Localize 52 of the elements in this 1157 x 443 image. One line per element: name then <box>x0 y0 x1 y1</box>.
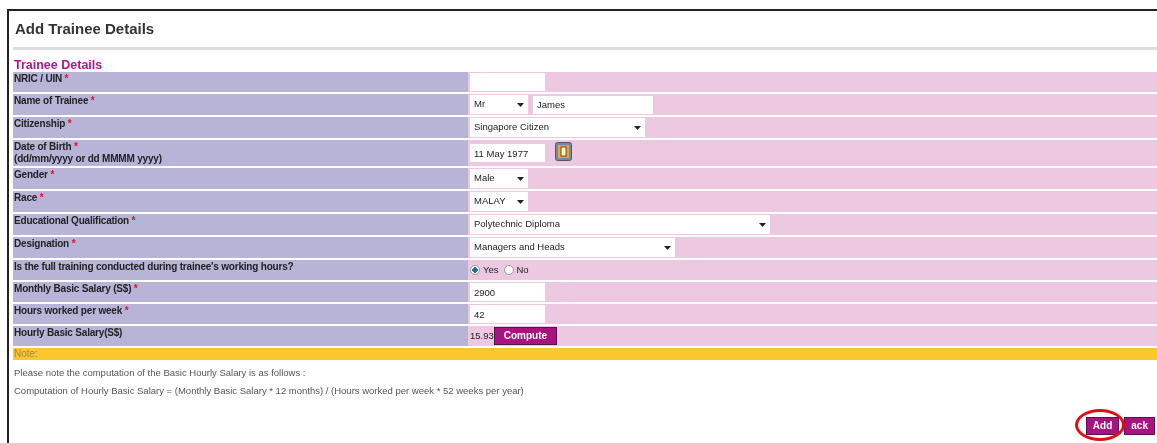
dropdown[interactable]: Managers and Heads <box>470 238 675 257</box>
caret-icon <box>517 199 524 204</box>
field-label: Educational Qualification <box>14 215 129 226</box>
field-hint: (dd/mm/yyyy or dd MMMM yyyy) <box>14 153 163 165</box>
dropdown[interactable]: Mr <box>470 95 528 114</box>
dropdown[interactable]: Singapore Citizen <box>470 118 645 137</box>
text-field[interactable]: 11 May 1977 <box>470 144 545 162</box>
field-label: Designation <box>14 238 70 249</box>
field-label: Hourly Basic Salary(S$) <box>14 327 123 338</box>
compute-button[interactable]: Compute <box>493 327 558 345</box>
field-label: Date of Birth <box>14 141 72 152</box>
caret-icon <box>664 245 671 250</box>
field-label: Name of Trainee <box>14 95 89 106</box>
required-mark: * <box>74 141 78 152</box>
required-mark: * <box>131 215 136 226</box>
caret-icon <box>517 176 524 181</box>
required-mark: * <box>50 169 55 180</box>
field-label: Race <box>14 192 38 203</box>
salary-value: 15.93 <box>470 328 494 343</box>
required-mark: * <box>64 73 69 84</box>
note-text: Computation of Hourly Basic Salary = (Monthly Basic Salary * 12 months) / (Hours worked per week * 52 weeks per year) <box>13 384 525 399</box>
required-mark: * <box>39 192 44 203</box>
section-title: Trainee Details <box>13 58 104 72</box>
required-mark: * <box>67 118 72 129</box>
note-title: Note: <box>14 348 38 359</box>
field-label: Hours worked per week <box>14 305 123 316</box>
page-title: Add Trainee Details <box>14 19 156 39</box>
caret-icon <box>759 222 766 227</box>
field-label: Is the full training conducted during trainee's working hours? <box>14 261 294 272</box>
calendar-icon[interactable] <box>555 141 572 161</box>
action-button[interactable]: ack <box>1124 416 1155 435</box>
required-mark: * <box>71 238 76 249</box>
dropdown[interactable]: Polytechnic Diploma <box>470 215 770 234</box>
action-button[interactable]: Add <box>1085 416 1120 435</box>
field-label: Citizenship <box>14 118 66 129</box>
text-field[interactable]: 42 <box>470 305 545 323</box>
text-field[interactable]: James <box>533 95 653 114</box>
text-field[interactable]: 2900 <box>470 283 545 301</box>
required-mark: * <box>133 283 138 294</box>
dropdown[interactable]: MALAY <box>470 192 528 211</box>
dropdown[interactable]: Male <box>470 169 528 188</box>
radio-option[interactable]: No <box>503 262 529 278</box>
caret-icon <box>517 102 524 107</box>
radio-option[interactable]: Yes <box>470 262 499 278</box>
field-label: Monthly Basic Salary (S$) <box>14 283 132 294</box>
caret-icon <box>634 125 641 130</box>
required-mark: * <box>124 305 129 316</box>
field-label: NRIC / UIN <box>14 73 62 84</box>
note-text: Please note the computation of the Basic Hourly Salary is as follows : <box>13 366 307 380</box>
required-mark: * <box>90 95 95 106</box>
field-label: Gender <box>14 169 48 180</box>
text-field[interactable] <box>470 73 545 91</box>
